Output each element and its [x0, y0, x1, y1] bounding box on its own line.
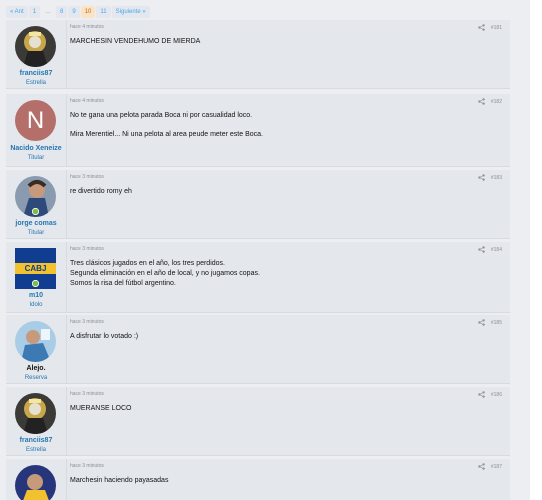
message-line: No te gana una pelota parada Boca ni por… — [70, 112, 253, 119]
post-time[interactable]: hace 3 minutos — [70, 174, 104, 180]
pagination-page-9[interactable]: 9 — [68, 6, 80, 18]
post-divider — [66, 94, 67, 166]
post-username[interactable]: Nacido Xeneize — [6, 145, 66, 152]
share-icon[interactable] — [478, 98, 485, 105]
avatar-letter: N — [26, 107, 45, 134]
post-time[interactable]: hace 3 minutos — [70, 246, 104, 252]
share-icon[interactable] — [478, 319, 485, 326]
post-number[interactable]: #183 — [491, 175, 502, 181]
online-badge-icon — [32, 208, 39, 215]
post-username[interactable]: jorge comas — [6, 220, 66, 227]
post-user-title: Idolo — [29, 302, 43, 308]
pagination-page-current[interactable]: 10 — [80, 6, 96, 18]
avatar[interactable]: N — [15, 100, 56, 141]
post-time[interactable]: hace 3 minutos — [70, 391, 104, 397]
post-186: franciis87 Estrella hace 3 minutos #186 … — [6, 387, 510, 456]
post-divider — [66, 315, 67, 383]
avatar[interactable] — [15, 26, 56, 67]
post-divider — [66, 242, 67, 312]
post-actions: #181 — [478, 24, 502, 31]
post-user-title: Reserva — [24, 375, 48, 381]
post-user-title: Estrella — [25, 447, 46, 453]
post-user-title: Titular — [27, 230, 45, 236]
avatar[interactable] — [15, 393, 56, 434]
post-message: re divertido romy eh — [70, 187, 132, 197]
post-user-title: Estrella — [25, 80, 46, 86]
online-badge-icon — [32, 280, 39, 287]
post-username[interactable]: franciis87 — [6, 70, 66, 77]
post-username[interactable]: Alejo. — [6, 365, 66, 372]
post-182: N Nacido Xeneize Titular hace 4 minutos … — [6, 94, 510, 167]
message-line: Somos la risa del fútbol argentino. — [70, 280, 176, 287]
post-184: CABJ m10 Idolo hace 3 minutos #184 Tres … — [6, 242, 510, 313]
message-line: MUERANSE LOCO — [70, 405, 132, 412]
post-divider — [66, 170, 67, 238]
post-number[interactable]: #187 — [491, 464, 502, 470]
message-line: Tres clásicos jugados en el año, los tre… — [70, 260, 225, 267]
post-time[interactable]: hace 3 minutos — [70, 319, 104, 325]
pagination-page-1[interactable]: 1 — [28, 6, 41, 18]
post-message: MARCHESIN VENDEHUMO DE MIERDA — [70, 37, 200, 47]
pagination: « Ant 1 … 8 9 10 11 Siguiente » — [6, 6, 150, 18]
post-number[interactable]: #181 — [491, 25, 502, 31]
post-187: hace 3 minutos #187 Marchesin haciendo p… — [6, 459, 510, 500]
share-icon[interactable] — [478, 24, 485, 31]
post-message: Marchesin haciendo payasadas — [70, 476, 168, 486]
avatar-letters: CABJ — [24, 264, 47, 273]
post-181: franciis87 Estrella hace 4 minutos #181 … — [6, 20, 510, 89]
message-line: A disfrutar lo votado :) — [70, 333, 139, 340]
post-actions: #187 — [478, 463, 502, 470]
post-divider — [66, 459, 67, 500]
pagination-ellipsis: … — [45, 9, 52, 15]
post-actions: #186 — [478, 391, 502, 398]
post-actions: #184 — [478, 246, 502, 253]
message-line: Mira Merentiel... Ni una pelota al area … — [70, 131, 263, 138]
post-divider — [66, 20, 67, 88]
post-185: Alejo. Reserva hace 3 minutos #185 A dis… — [6, 315, 510, 384]
post-time[interactable]: hace 4 minutos — [70, 24, 104, 30]
pagination-prev[interactable]: « Ant — [6, 6, 28, 18]
post-time[interactable]: hace 3 minutos — [70, 463, 104, 469]
thread-page: « Ant 1 … 8 9 10 11 Siguiente » franciis… — [0, 0, 530, 500]
share-icon[interactable] — [478, 391, 485, 398]
pagination-page-11[interactable]: 11 — [96, 6, 111, 18]
post-time[interactable]: hace 4 minutos — [70, 98, 104, 104]
post-username[interactable]: m10 — [6, 292, 66, 299]
pagination-next[interactable]: Siguiente » — [111, 6, 150, 18]
post-message: MUERANSE LOCO — [70, 404, 131, 414]
post-divider — [66, 387, 67, 455]
post-actions: #185 — [478, 319, 502, 326]
share-icon[interactable] — [478, 463, 485, 470]
pagination-page-8[interactable]: 8 — [56, 6, 68, 18]
post-username[interactable]: franciis87 — [6, 437, 66, 444]
share-icon[interactable] — [478, 174, 485, 181]
message-line: Marchesin haciendo payasadas — [70, 477, 169, 484]
avatar[interactable] — [15, 465, 56, 500]
post-183: jorge comas Titular hace 3 minutos #183 … — [6, 170, 510, 239]
post-number[interactable]: #182 — [491, 99, 502, 105]
message-line: Segunda eliminación en el año de local, … — [70, 270, 260, 277]
avatar[interactable] — [15, 321, 56, 362]
post-number[interactable]: #186 — [491, 392, 502, 398]
post-user-title: Titular — [27, 155, 45, 161]
post-message: Tres clásicos jugados en el año, los tre… — [70, 259, 260, 289]
post-message: A disfrutar lo votado :) — [70, 332, 138, 342]
post-number[interactable]: #185 — [491, 320, 502, 326]
message-line: MARCHESIN VENDEHUMO DE MIERDA — [70, 38, 201, 45]
post-message: No te gana una pelota parada Boca ni por… — [70, 111, 263, 140]
post-number[interactable]: #184 — [491, 247, 502, 253]
post-actions: #182 — [478, 98, 502, 105]
page-scrollbar[interactable] — [530, 0, 542, 500]
message-line: re divertido romy eh — [70, 188, 132, 195]
post-actions: #183 — [478, 174, 502, 181]
share-icon[interactable] — [478, 246, 485, 253]
